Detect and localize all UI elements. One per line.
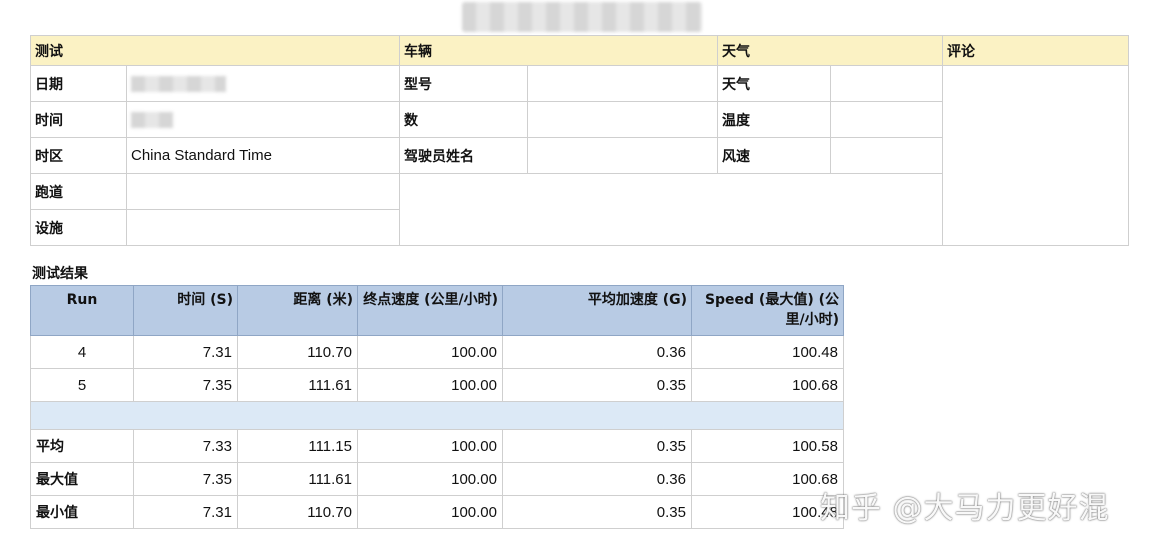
table-row: 4 7.31 110.70 100.00 0.36 100.48 [30, 335, 844, 369]
cell-avg-accel: 0.35 [502, 429, 692, 463]
cell-max-speed: 100.48 [691, 335, 844, 369]
cell-run: 5 [30, 368, 134, 402]
cell-max-speed: 100.58 [691, 429, 844, 463]
temperature-value [830, 101, 943, 138]
header-weather: 天气 [717, 35, 943, 66]
cell-run: 4 [30, 335, 134, 369]
model-value [527, 65, 718, 102]
cell-min-label: 最小值 [30, 495, 134, 529]
vehicle-weather-blank [399, 173, 943, 246]
cell-end-speed: 100.00 [357, 429, 503, 463]
cell-end-speed: 100.00 [357, 368, 503, 402]
weather-label: 天气 [717, 65, 831, 102]
redacted-header [462, 2, 702, 32]
temperature-label: 温度 [717, 101, 831, 138]
timezone-label: 时区 [30, 137, 127, 174]
cell-distance: 110.70 [237, 335, 358, 369]
cell-average-label: 平均 [30, 429, 134, 463]
time-label: 时间 [30, 101, 127, 138]
cell-distance: 110.70 [237, 495, 358, 529]
header-vehicle: 车辆 [399, 35, 718, 66]
track-value [126, 173, 400, 210]
cell-end-speed: 100.00 [357, 335, 503, 369]
cell-avg-accel: 0.36 [502, 462, 692, 496]
time-value [126, 101, 400, 138]
table-row: 最大值 7.35 111.61 100.00 0.36 100.68 [30, 462, 844, 496]
cell-time: 7.35 [133, 462, 238, 496]
cell-avg-accel: 0.35 [502, 495, 692, 529]
wind-label: 风速 [717, 137, 831, 174]
header-test: 测试 [30, 35, 400, 66]
col-end-speed: 终点速度 (公里/小时) [357, 285, 503, 336]
redacted-time [131, 111, 173, 128]
table-row: 最小值 7.31 110.70 100.00 0.35 100.48 [30, 495, 844, 529]
facility-label: 设施 [30, 209, 127, 246]
cell-max-speed: 100.68 [691, 368, 844, 402]
results-table: Run 时间 (S) 距离 (米) 终点速度 (公里/小时) 平均加速度 (G)… [30, 285, 844, 529]
table-row: 平均 7.33 111.15 100.00 0.35 100.58 [30, 429, 844, 463]
driver-value [527, 137, 718, 174]
cell-time: 7.31 [133, 495, 238, 529]
cell-time: 7.35 [133, 368, 238, 402]
col-distance: 距离 (米) [237, 285, 358, 336]
cell-end-speed: 100.00 [357, 495, 503, 529]
cell-time: 7.33 [133, 429, 238, 463]
timezone-value: China Standard Time [126, 137, 400, 174]
cell-distance: 111.61 [237, 462, 358, 496]
cell-avg-accel: 0.35 [502, 368, 692, 402]
separator-cell [30, 401, 844, 430]
number-value [527, 101, 718, 138]
separator-row [30, 401, 844, 430]
results-title: 测试结果 [32, 266, 88, 282]
col-max-speed: Speed (最大值) (公里/小时) [691, 285, 844, 336]
redacted-date [131, 75, 226, 92]
weather-value [830, 65, 943, 102]
date-value [126, 65, 400, 102]
driver-label: 驾驶员姓名 [399, 137, 528, 174]
table-row: 5 7.35 111.61 100.00 0.35 100.68 [30, 368, 844, 402]
col-time: 时间 (S) [133, 285, 238, 336]
cell-distance: 111.15 [237, 429, 358, 463]
test-info-table: 测试 车辆 天气 评论 日期 型号 天气 时间 数 温度 时区 China St… [30, 35, 1129, 246]
model-label: 型号 [399, 65, 528, 102]
cell-end-speed: 100.00 [357, 462, 503, 496]
col-avg-accel: 平均加速度 (G) [502, 285, 692, 336]
cell-max-label: 最大值 [30, 462, 134, 496]
col-run: Run [30, 285, 134, 336]
cell-time: 7.31 [133, 335, 238, 369]
cell-avg-accel: 0.36 [502, 335, 692, 369]
facility-value [126, 209, 400, 246]
watermark: 知乎 @大马力更好混 [820, 491, 1110, 526]
wind-value [830, 137, 943, 174]
date-label: 日期 [30, 65, 127, 102]
track-label: 跑道 [30, 173, 127, 210]
cell-distance: 111.61 [237, 368, 358, 402]
number-label: 数 [399, 101, 528, 138]
comments-value [942, 65, 1129, 246]
results-header-row: Run 时间 (S) 距离 (米) 终点速度 (公里/小时) 平均加速度 (G)… [30, 285, 844, 336]
header-comments: 评论 [942, 35, 1129, 66]
